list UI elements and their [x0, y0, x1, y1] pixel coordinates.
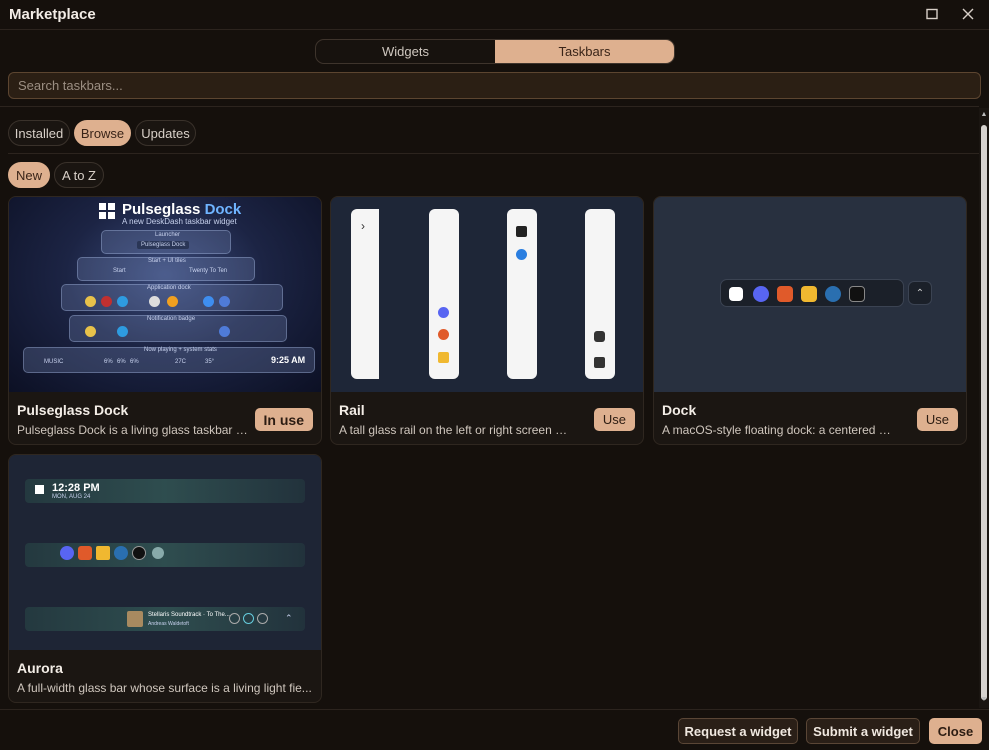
footer-divider — [0, 709, 989, 710]
scroll-down-icon[interactable]: ▼ — [980, 696, 988, 704]
taskbar-card-dock[interactable]: ⌃ Dock A macOS-style floating dock: a ce… — [653, 196, 967, 445]
windows-logo-icon — [729, 287, 743, 301]
app-icon — [117, 326, 128, 337]
play-icon — [243, 613, 254, 624]
filter-browse[interactable]: Browse — [74, 120, 131, 146]
rail-left — [351, 209, 379, 379]
rail-right — [585, 209, 615, 379]
card-description: Pulseglass Dock is a living glass taskba… — [17, 423, 249, 437]
folder-icon — [801, 286, 817, 302]
dock-bar — [720, 279, 904, 307]
chevron-up-icon: ⌃ — [908, 281, 932, 305]
title-bar: Marketplace — [0, 0, 989, 28]
brave-icon — [777, 286, 793, 302]
app-icon — [219, 326, 230, 337]
brave-icon — [438, 329, 449, 340]
aurora-preview: 12:28 PM MON, AUG 24 Stellaris Soundtrac… — [9, 455, 321, 650]
app-icon — [149, 296, 160, 307]
app-icon — [117, 296, 128, 307]
close-window-button[interactable] — [959, 5, 977, 23]
tab-taskbars[interactable]: Taskbars — [495, 40, 674, 63]
preview-subtitle: A new DeskDash taskbar widget — [122, 217, 237, 226]
shield-icon — [516, 249, 527, 260]
rail-preview: › — [331, 197, 643, 392]
sort-new[interactable]: New — [8, 162, 50, 188]
brave-icon — [78, 546, 92, 560]
maximize-icon — [926, 8, 938, 20]
use-button[interactable]: Use — [593, 408, 635, 431]
scroll-up-icon[interactable]: ▲ — [980, 111, 988, 119]
card-title: Rail — [339, 402, 365, 418]
maximize-button[interactable] — [923, 5, 941, 23]
card-title: Pulseglass Dock — [17, 402, 129, 418]
title-divider — [0, 29, 989, 30]
scrollbar-thumb[interactable] — [981, 125, 987, 700]
pulseglass-preview: Pulseglass Dock A new DeskDash taskbar w… — [9, 197, 321, 392]
app-icon — [167, 296, 178, 307]
terminal-icon — [132, 546, 146, 560]
taskbar-card-pulseglass[interactable]: Pulseglass Dock A new DeskDash taskbar w… — [8, 196, 322, 445]
windows-logo-icon — [35, 485, 44, 494]
previous-icon — [229, 613, 240, 624]
sort-a-to-z[interactable]: A to Z — [54, 162, 104, 188]
app-icon — [101, 296, 112, 307]
request-widget-button[interactable]: Request a widget — [678, 718, 798, 744]
filter-divider — [8, 153, 979, 154]
app-icon — [219, 296, 230, 307]
search-input[interactable] — [8, 72, 981, 99]
submit-widget-button[interactable]: Submit a widget — [806, 718, 920, 744]
app-icon — [203, 296, 214, 307]
card-description: A tall glass rail on the left or right s… — [339, 423, 571, 437]
filter-installed[interactable]: Installed — [8, 120, 70, 146]
windows-logo-icon — [99, 203, 115, 219]
filter-updates[interactable]: Updates — [135, 120, 196, 146]
chevron-right-icon: › — [361, 219, 365, 233]
terminal-icon — [516, 226, 527, 237]
tab-widgets[interactable]: Widgets — [316, 40, 495, 63]
card-description: A macOS-style floating dock: a centered … — [662, 423, 894, 437]
app-icon — [85, 326, 96, 337]
windows-logo-icon — [594, 357, 605, 368]
scrollbar[interactable]: ▲ ▼ — [979, 108, 989, 708]
mode-switch: Widgets Taskbars — [315, 39, 675, 64]
card-description: A full-width glass bar whose surface is … — [17, 681, 312, 695]
card-title: Dock — [662, 402, 697, 418]
folder-icon — [96, 546, 110, 560]
next-icon — [257, 613, 268, 624]
close-icon — [962, 8, 974, 20]
gear-icon — [152, 547, 164, 559]
search-divider — [0, 106, 979, 107]
terminal-icon — [849, 286, 865, 302]
discord-icon — [438, 307, 449, 318]
use-button[interactable]: Use — [916, 408, 958, 431]
in-use-button[interactable]: In use — [254, 408, 313, 431]
album-art — [127, 611, 143, 627]
steam-icon — [114, 546, 128, 560]
chevron-up-icon: ⌃ — [285, 613, 293, 623]
discord-icon — [753, 286, 769, 302]
discord-icon — [60, 546, 74, 560]
taskbar-card-rail[interactable]: › Rail A tall glass rail on the left or … — [330, 196, 644, 445]
folder-icon — [438, 352, 449, 363]
close-button[interactable]: Close — [929, 718, 982, 744]
app-icon — [85, 296, 96, 307]
card-title: Aurora — [17, 660, 63, 676]
window-title: Marketplace — [9, 5, 96, 23]
taskbar-card-aurora[interactable]: 12:28 PM MON, AUG 24 Stellaris Soundtrac… — [8, 454, 322, 703]
preview-clock: 9:25 AM — [271, 355, 306, 365]
gamepad-icon — [594, 331, 605, 342]
preview-title: Pulseglass Dock — [122, 201, 242, 218]
dock-preview: ⌃ — [654, 197, 966, 392]
steam-icon — [825, 286, 841, 302]
